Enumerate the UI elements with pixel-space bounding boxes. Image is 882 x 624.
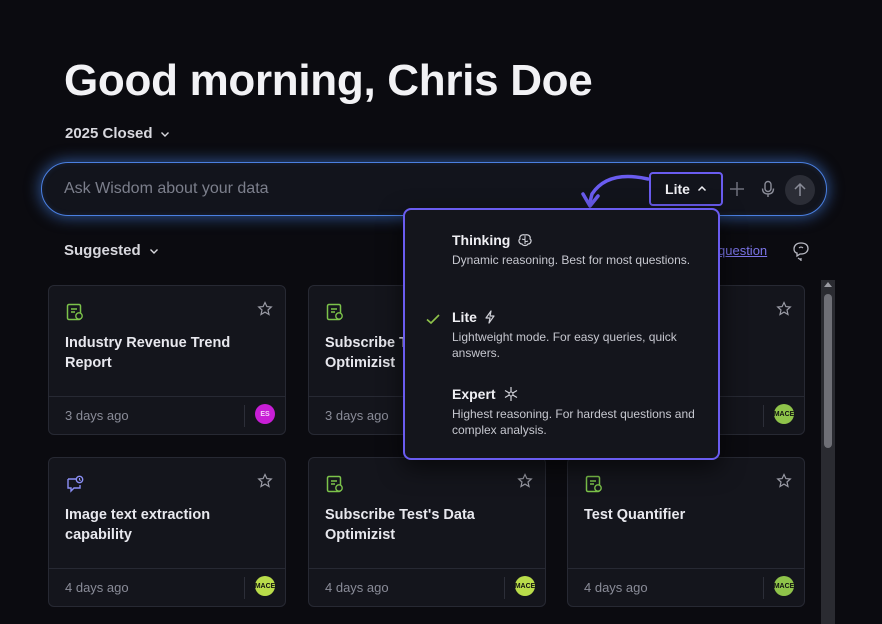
card-timestamp: 4 days ago [325,580,389,595]
divider [244,577,245,599]
period-selector-label: 2025 Closed [65,125,153,142]
mode-option-title: Thinking [452,232,533,248]
plus-icon[interactable] [727,179,747,199]
checkmark-icon [426,314,440,325]
mode-option-description: Dynamic reasoning. Best for most questio… [452,253,691,267]
avatar: MACE [774,404,794,424]
mode-option-title: Lite [452,309,496,325]
suggestion-card[interactable]: Image text extraction capability 4 days … [48,457,286,607]
avatar: ES [255,404,275,424]
chevron-down-icon [149,248,158,254]
card-footer: 3 days ago ES [49,396,285,434]
mode-option-expert[interactable]: Expert Highest reasoning. For hardest qu… [405,386,718,456]
mode-selector-label: Lite [665,181,690,197]
report-icon [585,475,602,493]
card-title: Test Quantifier [584,507,686,523]
mode-option-label: Expert [452,386,496,402]
microphone-icon[interactable] [758,179,778,199]
star-icon[interactable] [517,473,533,489]
chat-input[interactable] [64,177,584,201]
divider [504,577,505,599]
mode-option-description: Highest reasoning. For hardest questions… [452,407,695,437]
suggestion-card[interactable]: Test Quantifier 4 days ago MACE [567,457,805,607]
scroll-up-arrow-icon[interactable] [824,282,832,287]
card-title: Image text extraction capability [65,507,211,543]
card-timestamp: 4 days ago [584,580,648,595]
divider [763,405,764,427]
mode-option-lite[interactable]: Lite Lightweight mode. For easy queries,… [405,309,718,379]
card-timestamp: 4 days ago [65,580,129,595]
avatar: MACE [774,576,794,596]
avatar: MACE [515,576,535,596]
suggested-label: Suggested [64,242,141,259]
chevron-up-icon [697,185,706,192]
card-footer: 4 days ago MACE [49,568,285,606]
greeting-heading: Good morning, Chris Doe [64,56,593,105]
star-icon[interactable] [257,473,273,489]
period-selector[interactable]: 2025 Closed [65,125,170,142]
brain-icon [518,234,532,247]
scrollbar-thumb[interactable] [824,294,832,448]
mode-option-label: Thinking [452,232,511,248]
divider [244,405,245,427]
mode-option-thinking[interactable]: Thinking Dynamic reasoning. Best for mos… [405,232,718,302]
mode-option-title: Expert [452,386,519,402]
suggestion-card[interactable]: Subscribe Test's Data Optimizist 4 days … [308,457,546,607]
scrollbar[interactable] [821,280,835,624]
star-icon[interactable] [257,301,273,317]
star-icon[interactable] [776,301,792,317]
chevron-down-icon [160,131,169,137]
card-title: Industry Revenue Trend Report [65,335,231,371]
ask-question-link[interactable]: question [718,243,767,258]
bolt-icon [485,310,495,324]
report-icon [326,475,343,493]
star-icon[interactable] [776,473,792,489]
brain-question-icon[interactable] [791,240,811,262]
chat-search-icon [67,475,84,493]
arrow-up-icon [794,182,806,196]
card-footer: 4 days ago MACE [568,568,804,606]
suggestion-card[interactable]: Industry Revenue Trend Report 3 days ago… [48,285,286,435]
report-icon [66,303,83,321]
report-icon [326,303,343,321]
suggested-selector[interactable]: Suggested [64,242,159,259]
snowflake-icon [504,387,517,401]
card-title: Subscribe Test's Data Optimizist [325,507,475,543]
mode-selector-button[interactable]: Lite [649,172,723,206]
avatar: MACE [255,576,275,596]
card-footer: 4 days ago MACE [309,568,545,606]
mode-dropdown-menu: Thinking Dynamic reasoning. Best for mos… [403,208,720,460]
mode-option-label: Lite [452,309,477,325]
mode-option-description: Lightweight mode. For easy queries, quic… [452,330,677,360]
send-button[interactable] [785,175,815,205]
card-timestamp: 3 days ago [325,408,389,423]
card-timestamp: 3 days ago [65,408,129,423]
divider [763,577,764,599]
